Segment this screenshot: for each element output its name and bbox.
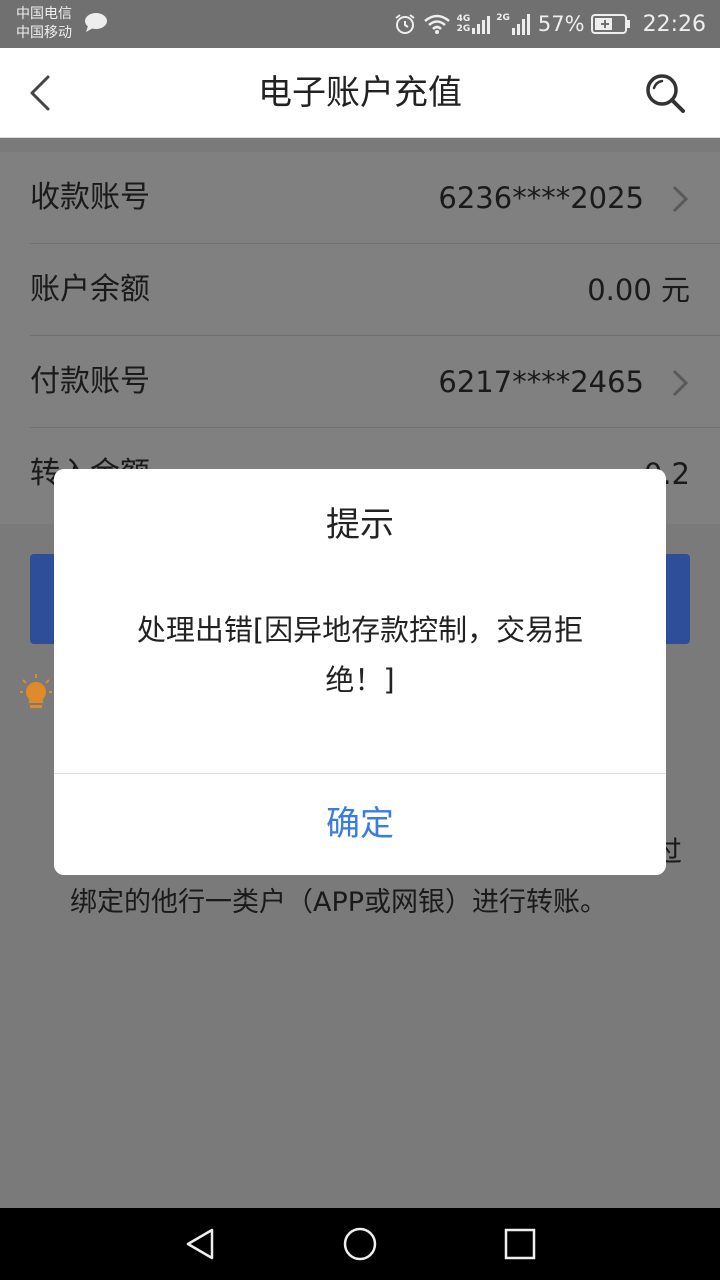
header: 电子账户充值 [0, 48, 720, 138]
net-1-bottom: 2G [456, 24, 471, 34]
status-indicators: 4G 2G 2G 57% 22:26 [393, 8, 706, 40]
nav-back-icon[interactable] [182, 1226, 218, 1262]
carrier-1: 中国电信 [16, 6, 72, 22]
signal-bars-1-icon [472, 16, 491, 34]
status-bar: 中国电信 中国移动 4G 2G 2G 57% 22:26 [0, 0, 720, 48]
chat-bubble-icon [85, 13, 107, 32]
row-account-balance: 账户余额 0.00 元 [30, 244, 720, 336]
network-2: 2G [496, 13, 532, 35]
search-icon[interactable] [644, 72, 686, 114]
battery-percent: 57% [537, 12, 585, 36]
network-1: 4G 2G [457, 14, 491, 34]
row-value: 6236****2025 [438, 181, 644, 215]
alert-dialog: 提示 处理出错[因异地存款控制，交易拒绝！] 确定 [54, 469, 666, 875]
row-label: 收款账号 [30, 180, 150, 215]
signal-bars-2-icon [511, 14, 530, 35]
battery-charging-icon [590, 14, 630, 34]
chevron-right-icon [672, 185, 689, 213]
dialog-title: 提示 [326, 505, 394, 545]
notice-text: 绑定的他行一类户（APP或网银）进行转账。 [70, 887, 608, 918]
system-navigation-bar [0, 1208, 720, 1280]
lightbulb-icon [20, 674, 52, 708]
clock: 22:26 [642, 11, 706, 37]
alarm-icon [394, 14, 415, 34]
row-value: 6217****2465 [438, 365, 644, 399]
confirm-button[interactable]: 确定 [54, 774, 666, 875]
wifi-icon [423, 14, 450, 34]
net-1-top: 4G [456, 14, 471, 24]
row-value: 0.00 元 [587, 273, 690, 307]
page-title: 电子账户充值 [258, 73, 462, 113]
carrier-info: 中国电信 中国移动 [16, 5, 72, 43]
nav-home-icon[interactable] [342, 1226, 378, 1262]
nav-recents-icon[interactable] [502, 1226, 538, 1262]
dialog-message: 处理出错[因异地存款控制，交易拒绝！] [136, 613, 584, 697]
row-pay-account[interactable]: 付款账号 6217****2465 [30, 336, 720, 428]
row-receive-account[interactable]: 收款账号 6236****2025 [30, 152, 720, 244]
chevron-right-icon [672, 369, 689, 397]
row-label: 付款账号 [30, 364, 150, 399]
net-2-label: 2G [496, 13, 510, 23]
carrier-2: 中国移动 [16, 25, 72, 41]
row-label: 账户余额 [30, 272, 150, 307]
